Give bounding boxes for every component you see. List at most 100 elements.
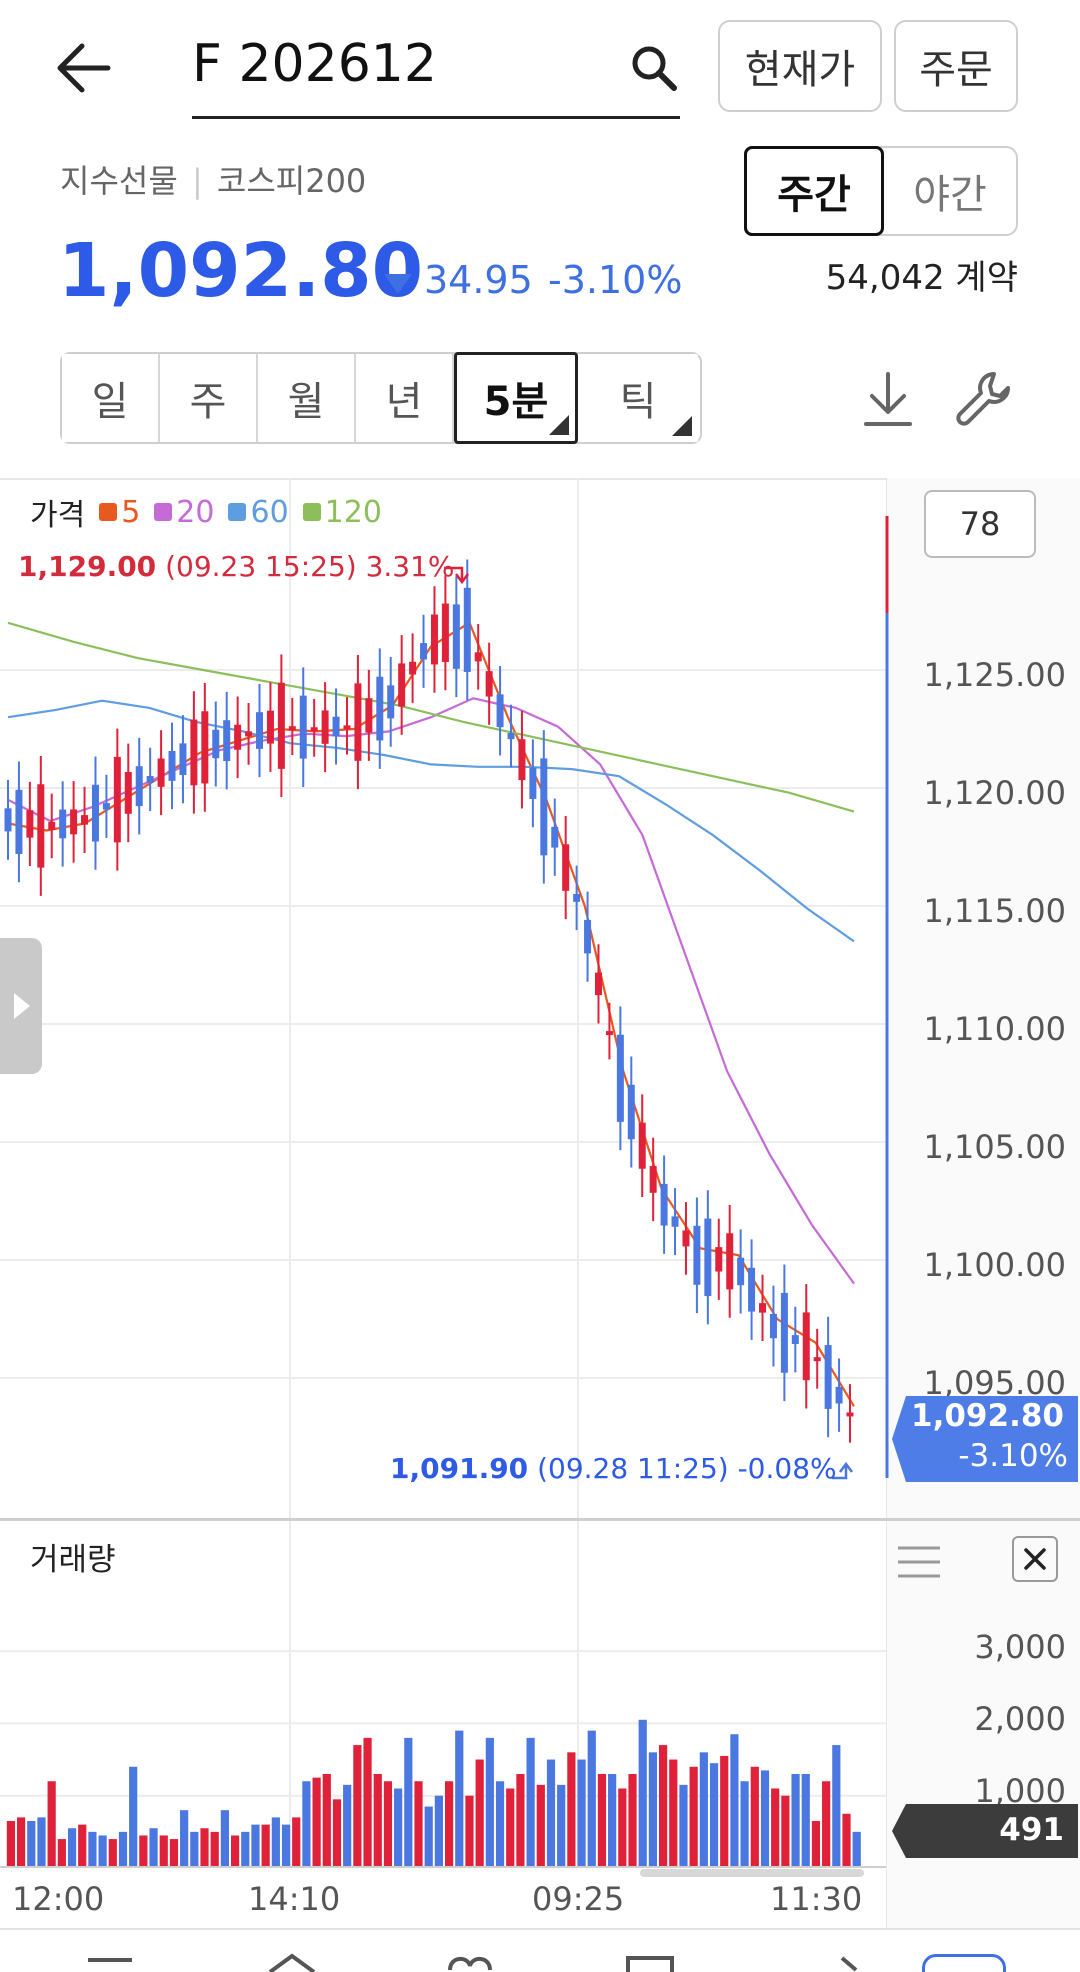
candle-body	[48, 821, 56, 830]
candle-body	[737, 1257, 745, 1286]
close-icon	[1024, 1548, 1046, 1570]
volume-bar	[129, 1766, 138, 1868]
volume-bar	[771, 1788, 780, 1868]
candle-body	[551, 826, 559, 848]
volume-bar	[536, 1784, 545, 1868]
volume-bar	[292, 1817, 301, 1868]
volume-bar	[78, 1824, 87, 1868]
legend-ma5: 5	[99, 495, 140, 530]
candle-body	[780, 1292, 788, 1373]
legend-title: 가격	[30, 498, 86, 533]
wrench-icon[interactable]	[954, 368, 1014, 428]
volume-current-tag: 491	[892, 1804, 1078, 1858]
volume-bar	[37, 1817, 46, 1868]
candle-body	[562, 844, 570, 891]
candle-body	[441, 603, 449, 662]
candle-body	[584, 919, 592, 954]
y-tick: 1,110.00	[923, 1010, 1067, 1048]
tab-tick[interactable]: 틱	[578, 354, 698, 442]
candle-body	[26, 810, 34, 838]
order-button[interactable]: 주문	[894, 20, 1018, 112]
candle-body	[529, 767, 537, 799]
tab-day[interactable]: 일	[62, 354, 160, 442]
candle-body	[835, 1386, 843, 1404]
contract-volume: 54,042 계약	[825, 258, 1018, 298]
chevron-nav-icon[interactable]	[830, 1952, 870, 1972]
x-tick: 12:00	[12, 1880, 105, 1918]
volume-bar	[180, 1810, 189, 1868]
volume-bar	[801, 1774, 810, 1868]
price-chart[interactable]	[0, 478, 1080, 1928]
candle-body	[420, 643, 428, 660]
candle-body	[266, 710, 274, 744]
legend-ma60: 60	[228, 495, 289, 530]
tab-tick-label: 틱	[619, 379, 657, 425]
volume-bar	[220, 1810, 229, 1868]
volume-bar	[261, 1824, 270, 1868]
candle-body	[693, 1225, 701, 1285]
home-nav-icon[interactable]	[262, 1952, 322, 1972]
candle-body	[245, 731, 253, 737]
symbol-search-field[interactable]: F 202612	[192, 28, 680, 119]
volume-bar	[740, 1781, 749, 1868]
volume-bar	[822, 1781, 831, 1868]
horizontal-scrollbar[interactable]	[640, 1869, 864, 1877]
candle-body	[791, 1335, 799, 1345]
volume-bar	[281, 1824, 291, 1868]
volume-bar	[414, 1781, 423, 1868]
x-tick: 14:10	[248, 1880, 341, 1918]
volume-bar	[577, 1759, 586, 1868]
back-button[interactable]	[52, 36, 116, 100]
y-tick: 1,100.00	[923, 1246, 1067, 1284]
volume-bar	[628, 1774, 637, 1868]
chat-nav-icon[interactable]	[620, 1952, 680, 1972]
volume-bar	[353, 1745, 362, 1868]
menu-icon[interactable]	[896, 1542, 942, 1582]
volume-bar	[67, 1828, 77, 1868]
candle-body	[409, 661, 417, 675]
tab-year[interactable]: 년	[356, 354, 454, 442]
candle-body	[605, 1031, 613, 1036]
close-volume-button[interactable]	[1012, 1536, 1058, 1582]
candle-count-box[interactable]: 78	[924, 490, 1036, 558]
candle-body	[638, 1122, 646, 1169]
nav-badge[interactable]	[922, 1954, 1006, 1972]
volume-bar	[108, 1839, 117, 1868]
menu-nav-icon[interactable]	[80, 1952, 140, 1972]
ma-line-20	[7, 697, 855, 1285]
candle-body	[4, 808, 12, 832]
price-change-percent: -3.10%	[548, 258, 683, 302]
volume-bar	[383, 1781, 393, 1868]
session-night-option[interactable]: 야간	[884, 148, 1016, 234]
session-toggle[interactable]: 주간 야간	[744, 146, 1018, 236]
volume-bar	[760, 1770, 770, 1868]
session-day-option[interactable]: 주간	[744, 146, 884, 236]
candle-body	[704, 1218, 712, 1297]
volume-bar	[169, 1839, 179, 1868]
legend-ma20-label: 20	[176, 494, 215, 530]
heart-nav-icon[interactable]	[440, 1952, 500, 1972]
volume-bar	[251, 1824, 260, 1868]
instrument-breadcrumb: 지수선물 | 코스피200	[60, 156, 366, 202]
current-tag-price: 1,092.80	[911, 1398, 1064, 1434]
dropdown-corner-icon	[549, 415, 569, 435]
arrow-left-icon	[57, 43, 111, 93]
tab-5min[interactable]: 5분	[454, 352, 578, 444]
x-tick: 09:25	[532, 1880, 625, 1918]
candle-body	[769, 1313, 777, 1339]
tab-month[interactable]: 월	[258, 354, 356, 442]
volume-bar	[139, 1835, 148, 1868]
candle-body	[70, 809, 78, 835]
volume-bar	[679, 1784, 688, 1868]
side-panel-handle[interactable]	[0, 938, 42, 1074]
current-price-button[interactable]: 현재가	[718, 20, 882, 112]
candle-body	[190, 719, 198, 786]
volume-bar	[16, 1817, 26, 1868]
legend-swatch	[302, 503, 321, 521]
candle-body	[398, 663, 406, 707]
download-icon[interactable]	[860, 370, 916, 430]
volume-bar	[689, 1766, 698, 1868]
candle-body	[146, 776, 154, 783]
search-icon[interactable]	[628, 42, 680, 94]
tab-week[interactable]: 주	[160, 354, 258, 442]
